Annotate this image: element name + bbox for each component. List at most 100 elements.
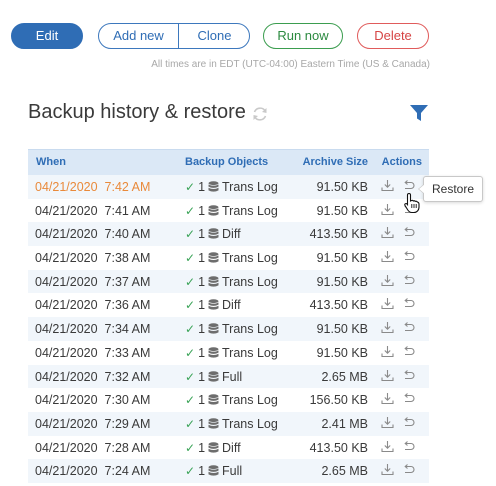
cell-object-count: 1 xyxy=(198,203,206,218)
table-row[interactable]: 04/21/2020 7:24 AM ✓ 1 Full 2.65 MB xyxy=(28,459,429,483)
table-row[interactable]: 04/21/2020 7:28 AM ✓ 1 Diff 413.50 KB xyxy=(28,435,429,460)
cell-time: 7:30 AM xyxy=(104,393,151,408)
restore-icon[interactable] xyxy=(402,392,415,405)
cell-backup-type: Trans Log xyxy=(222,393,278,408)
header-archive-size[interactable]: Archive Size xyxy=(303,156,368,168)
filter-icon[interactable] xyxy=(409,103,429,123)
header-backup-objects[interactable]: Backup Objects xyxy=(185,156,268,168)
cell-backup-objects[interactable]: ✓ 1 Full xyxy=(185,370,242,384)
add-new-button[interactable]: Add new xyxy=(99,24,178,48)
cell-backup-objects[interactable]: ✓ 1 Diff xyxy=(185,441,241,455)
table-row[interactable]: 04/21/2020 7:29 AM ✓ 1 Trans Log 2.41 MB xyxy=(28,411,429,436)
database-icon xyxy=(208,418,219,429)
download-icon[interactable] xyxy=(381,369,394,382)
check-icon: ✓ xyxy=(185,251,196,266)
table-row[interactable]: 04/21/2020 7:32 AM ✓ 1 Full 2.65 MB xyxy=(28,364,429,389)
header-when[interactable]: When xyxy=(36,156,66,168)
delete-button[interactable]: Delete xyxy=(357,23,429,49)
cell-archive-size: 2.41 MB xyxy=(321,416,368,431)
table-row[interactable]: 04/21/2020 7:37 AM ✓ 1 Trans Log 91.50 K… xyxy=(28,269,429,294)
restore-icon[interactable] xyxy=(402,250,415,263)
restore-tooltip: Restore xyxy=(418,176,483,202)
restore-icon[interactable] xyxy=(402,463,415,476)
cell-backup-objects[interactable]: ✓ 1 Trans Log xyxy=(185,275,278,289)
run-now-button[interactable]: Run now xyxy=(263,23,343,49)
restore-icon[interactable] xyxy=(402,274,415,287)
table-header: When Backup Objects Archive Size Actions xyxy=(28,149,429,175)
cell-backup-type: Trans Log xyxy=(222,203,278,218)
restore-icon[interactable] xyxy=(402,440,415,453)
database-icon xyxy=(208,347,219,358)
download-icon[interactable] xyxy=(381,250,394,263)
cell-backup-type: Trans Log xyxy=(222,274,278,289)
cell-backup-objects[interactable]: ✓ 1 Full xyxy=(185,464,242,478)
restore-icon[interactable] xyxy=(402,179,415,192)
restore-icon[interactable] xyxy=(402,297,415,310)
database-icon xyxy=(208,441,219,453)
cell-archive-size: 91.50 KB xyxy=(316,274,368,289)
cell-actions xyxy=(381,463,415,476)
cell-when: 04/21/2020 7:24 AM xyxy=(35,464,150,478)
table-row[interactable]: 04/21/2020 7:40 AM ✓ 1 Diff 413.50 KB xyxy=(28,222,429,247)
cell-backup-objects[interactable]: ✓ 1 Trans Log xyxy=(185,204,278,218)
cell-actions xyxy=(381,416,415,429)
download-icon[interactable] xyxy=(381,203,394,216)
check-icon: ✓ xyxy=(185,298,196,313)
cell-when: 04/21/2020 7:36 AM xyxy=(35,298,150,312)
restore-icon[interactable] xyxy=(402,226,415,239)
cell-when: 04/21/2020 7:41 AM xyxy=(35,204,150,218)
database-icon xyxy=(208,394,219,405)
cell-backup-objects[interactable]: ✓ 1 Diff xyxy=(185,227,241,241)
check-icon: ✓ xyxy=(185,180,196,194)
download-icon[interactable] xyxy=(381,179,394,192)
edit-button[interactable]: Edit xyxy=(11,23,83,49)
cell-backup-objects[interactable]: ✓ 1 Trans Log xyxy=(185,346,278,360)
table-row[interactable]: 04/21/2020 7:30 AM ✓ 1 Trans Log 156.50 … xyxy=(28,388,429,412)
cell-date: 04/21/2020 xyxy=(35,440,98,455)
cell-actions xyxy=(381,321,415,334)
cell-time: 7:41 AM xyxy=(104,203,151,218)
download-icon[interactable] xyxy=(381,440,394,453)
cell-date: 04/21/2020 xyxy=(35,393,98,408)
download-icon[interactable] xyxy=(381,226,394,239)
restore-icon[interactable] xyxy=(402,416,415,429)
cell-object-count: 1 xyxy=(198,274,206,289)
cell-backup-type: Trans Log xyxy=(222,416,278,431)
cell-object-count: 1 xyxy=(198,180,206,194)
table-row[interactable]: 04/21/2020 7:38 AM ✓ 1 Trans Log 91.50 K… xyxy=(28,246,429,270)
cell-backup-objects[interactable]: ✓ 1 Trans Log xyxy=(185,417,278,431)
cell-actions xyxy=(381,297,415,310)
download-icon[interactable] xyxy=(381,297,394,310)
download-icon[interactable] xyxy=(381,345,394,358)
cell-backup-objects[interactable]: ✓ 1 Trans Log xyxy=(185,393,278,407)
cell-date: 04/21/2020 xyxy=(35,274,98,289)
restore-icon[interactable] xyxy=(402,345,415,358)
cell-time: 7:34 AM xyxy=(104,322,151,337)
table-row[interactable]: 04/21/2020 7:41 AM ✓ 1 Trans Log 91.50 K… xyxy=(28,198,429,223)
download-icon[interactable] xyxy=(381,274,394,287)
cell-backup-objects[interactable]: ✓ 1 Trans Log xyxy=(185,251,278,265)
table-row[interactable]: 04/21/2020 7:36 AM ✓ 1 Diff 413.50 KB xyxy=(28,293,429,318)
download-icon[interactable] xyxy=(381,321,394,334)
cell-object-count: 1 xyxy=(198,322,206,337)
table-row[interactable]: 04/21/2020 7:42 AM ✓ 1 Trans Log 91.50 K… xyxy=(28,175,429,199)
cell-backup-type: Full xyxy=(222,464,243,479)
cell-archive-size: 413.50 KB xyxy=(309,298,368,313)
table-row[interactable]: 04/21/2020 7:34 AM ✓ 1 Trans Log 91.50 K… xyxy=(28,317,429,341)
cell-actions xyxy=(381,392,415,405)
cell-backup-type: Diff xyxy=(222,440,241,455)
download-icon[interactable] xyxy=(381,392,394,405)
refresh-icon[interactable] xyxy=(251,105,269,123)
download-icon[interactable] xyxy=(381,416,394,429)
cell-backup-objects[interactable]: ✓ 1 Trans Log xyxy=(185,322,278,336)
restore-icon[interactable] xyxy=(402,321,415,334)
cell-time: 7:28 AM xyxy=(104,440,151,455)
check-icon: ✓ xyxy=(185,416,196,431)
cell-backup-objects[interactable]: ✓ 1 Diff xyxy=(185,298,241,312)
download-icon[interactable] xyxy=(381,463,394,476)
restore-icon[interactable] xyxy=(402,369,415,382)
clone-button[interactable]: Clone xyxy=(178,24,250,48)
table-row[interactable]: 04/21/2020 7:33 AM ✓ 1 Trans Log 91.50 K… xyxy=(28,340,429,365)
cell-backup-objects[interactable]: ✓ 1 Trans Log xyxy=(185,180,278,194)
cell-when: 04/21/2020 7:38 AM xyxy=(35,251,150,265)
